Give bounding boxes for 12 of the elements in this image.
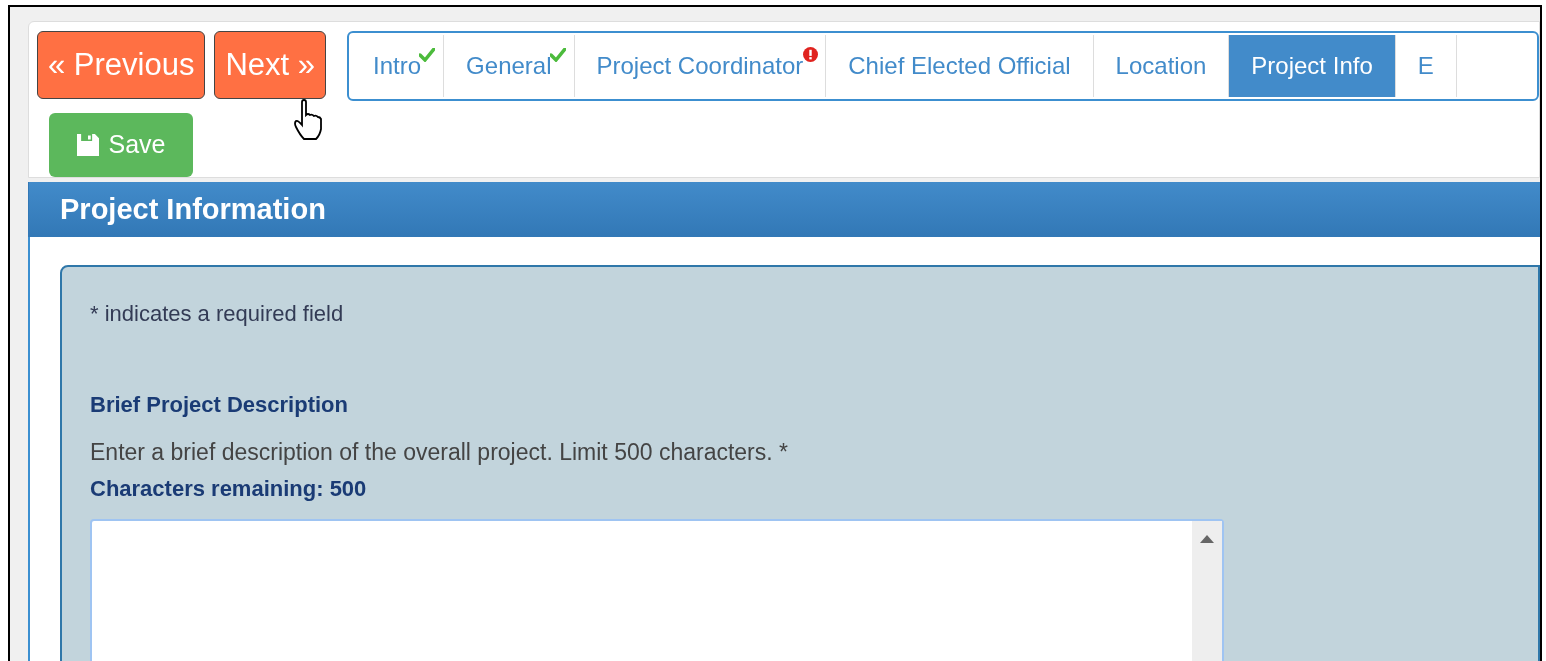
characters-counter: Characters remaining: 500 <box>90 474 368 503</box>
required-note: * indicates a required field <box>90 300 345 328</box>
tab[interactable]: Project Info <box>1229 35 1396 97</box>
field-label: Brief Project Description <box>90 391 349 419</box>
description-field[interactable] <box>90 518 1224 661</box>
scrollbar[interactable] <box>1192 520 1222 661</box>
next-button[interactable]: Next » <box>214 31 327 99</box>
panel-title: Project Information <box>60 191 326 227</box>
field-help: Enter a brief description of the overall project. Limit 500 characters. * <box>90 438 789 467</box>
scroll-up-icon[interactable] <box>1200 534 1214 543</box>
save-button[interactable]: Save <box>49 113 193 177</box>
previous-button[interactable]: « Previous <box>37 31 206 99</box>
